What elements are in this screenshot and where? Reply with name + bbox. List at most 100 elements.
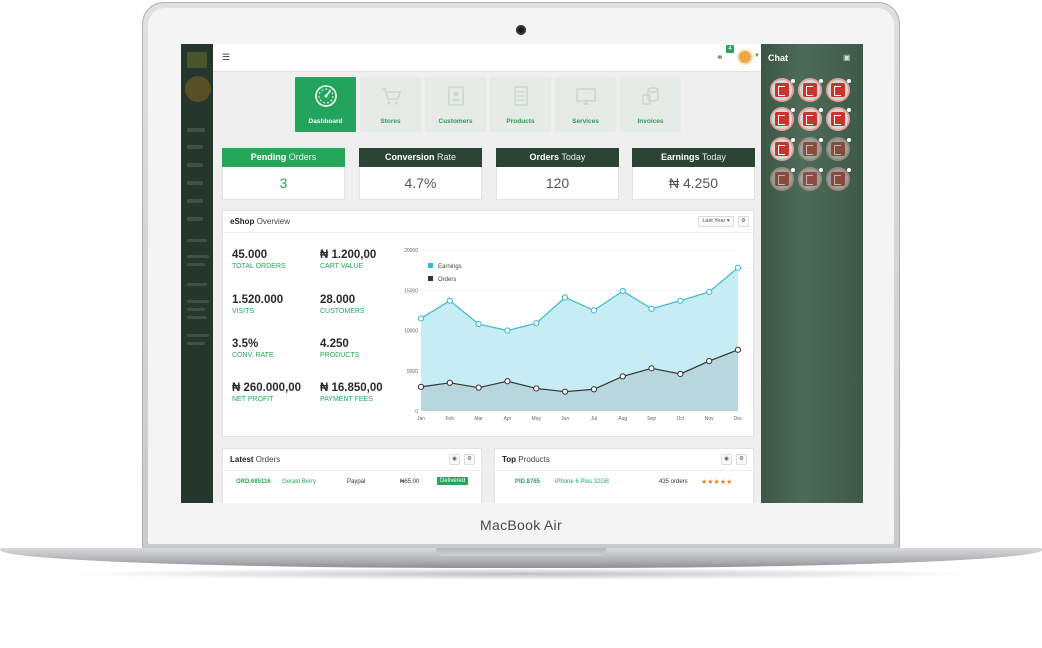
order-customer[interactable]: Gerald Berry: [282, 479, 316, 485]
gear-icon[interactable]: ⚙: [738, 216, 749, 227]
online-status-dot: [819, 108, 823, 112]
kpi-visits: 1.520.000 VISITS: [232, 294, 322, 315]
tile-invoices[interactable]: Invoices: [620, 77, 681, 132]
tile-products[interactable]: Products: [490, 77, 551, 132]
data-point: [504, 327, 511, 334]
kpi-label: PRODUCTS: [320, 352, 360, 359]
laptop-brand-label: MacBook Air: [480, 517, 562, 533]
data-point: [446, 297, 453, 304]
contact-logo-icon: [775, 112, 789, 126]
data-point: [446, 379, 453, 386]
menu-toggle-icon[interactable]: ☰: [222, 53, 230, 62]
eye-icon[interactable]: ◉: [721, 454, 732, 465]
stat-value: 3: [222, 167, 345, 200]
tile-dashboard[interactable]: Dashboard: [295, 77, 356, 132]
data-point: [561, 294, 569, 301]
x-tick-label: Oct: [676, 416, 684, 422]
stat-card-conversion-rate: Conversion Rate 4.7%: [359, 148, 482, 200]
latest-orders-panel: Latest Orders ◉ ⚙ ORD.685116 Gerald Berr…: [222, 448, 482, 503]
kpi-label: CART VALUE: [320, 263, 364, 270]
kpi-net-profit: ₦ 260.000,00 NET PROFIT: [232, 382, 322, 403]
sidebar-activity-line: [187, 316, 207, 319]
kpi-payment-fees: ₦ 16.850,00 PAYMENT FEES: [320, 382, 410, 403]
online-status-dot: [847, 168, 851, 172]
stat-card-earnings-today: Earnings Today ₦ 4.250: [632, 148, 755, 200]
online-status-dot: [791, 168, 795, 172]
panel-title-bold: Top: [502, 455, 517, 464]
contact-logo-icon: [803, 83, 817, 97]
stat-card-header: Conversion Rate: [359, 148, 482, 167]
chat-bubble-icon[interactable]: ▣: [843, 53, 851, 62]
stat-title-light: Rate: [437, 152, 457, 162]
data-point: [475, 384, 482, 391]
eye-icon[interactable]: ◉: [449, 454, 460, 465]
online-status-dot: [847, 138, 851, 142]
tile-customers[interactable]: Customers: [425, 77, 486, 132]
gear-icon[interactable]: ⚙: [736, 454, 747, 465]
tile-label: Stores: [380, 118, 401, 125]
y-tick-label: 0: [415, 409, 418, 415]
sidebar-item-customers[interactable]: [187, 163, 203, 167]
sidebar-activity-line: [187, 283, 207, 286]
stat-card-pending-orders: Pending Orders 3: [222, 148, 345, 200]
stat-title-bold: Orders: [529, 152, 560, 162]
stat-card-header: Pending Orders: [222, 148, 345, 167]
sidebar: [181, 44, 213, 503]
data-point: [590, 307, 598, 314]
sidebar-logo: [187, 52, 207, 68]
panel-title-light: Overview: [256, 217, 291, 226]
share-icon[interactable]: ⚭: [716, 52, 724, 63]
panel-header: Top Products ◉ ⚙: [495, 449, 753, 471]
data-point: [619, 287, 626, 295]
x-tick-label: Sep: [647, 416, 656, 422]
order-id[interactable]: ORD.685116: [236, 479, 271, 485]
gear-icon[interactable]: ⚙: [464, 454, 475, 465]
product-id[interactable]: PID.8765: [515, 479, 540, 485]
contact-logo-icon: [831, 112, 845, 126]
kpi-value: ₦ 1.200,00: [320, 249, 377, 261]
user-avatar[interactable]: [737, 49, 753, 65]
contact-logo-icon: [775, 142, 789, 156]
sidebar-item-dashboard[interactable]: [187, 128, 205, 132]
kpi-value: 1.520.000: [232, 294, 284, 306]
contact-logo-icon: [775, 172, 789, 186]
cart-icon: [381, 88, 401, 105]
sidebar-item-services[interactable]: [187, 199, 203, 203]
stat-title-light: Orders: [288, 152, 317, 162]
x-tick-label: Dec: [734, 416, 743, 422]
tile-stores[interactable]: Stores: [360, 77, 421, 132]
order-amount: ₦65,00: [400, 479, 420, 485]
contact-logo-icon: [803, 172, 817, 186]
data-point: [677, 370, 684, 378]
sidebar-avatar: [185, 76, 211, 102]
sidebar-activity-line: [187, 255, 209, 258]
kpi-value: ₦ 16.850,00: [320, 382, 383, 394]
period-select[interactable]: Last Year ▾: [698, 216, 734, 227]
product-name[interactable]: iPhone 6 Plus 32GB: [555, 479, 609, 485]
online-status-dot: [819, 79, 823, 83]
notification-badge[interactable]: 4: [726, 45, 734, 53]
data-point: [706, 357, 713, 365]
stat-value: 120: [496, 167, 619, 200]
chevron-down-icon[interactable]: ▼: [754, 53, 760, 59]
y-tick-label: 10000: [404, 329, 418, 335]
data-point: [677, 297, 684, 304]
rating-stars-icon: ★★★★★: [701, 479, 733, 486]
camera-icon: [516, 25, 526, 35]
monitor-icon: [575, 88, 596, 105]
sidebar-item-products[interactable]: [187, 181, 203, 185]
kpi-conversion-rate: 3.5% CONV. RATE: [232, 338, 322, 359]
data-point: [417, 383, 425, 390]
tile-services[interactable]: Services: [555, 77, 616, 132]
sidebar-item-eshop[interactable]: [187, 145, 203, 149]
sidebar-item-invoices[interactable]: [187, 217, 203, 221]
tile-label: Invoices: [637, 118, 664, 125]
kpi-value: 4.250: [320, 338, 349, 350]
stat-title-light: Today: [701, 152, 726, 162]
panel-header: Latest Orders ◉ ⚙: [223, 449, 481, 471]
contact-card-icon: [447, 86, 464, 106]
data-point: [619, 373, 626, 380]
eshop-overview-panel: eShop Overview Last Year ▾ ⚙ 45.000 TOTA…: [222, 210, 754, 437]
x-tick-label: Apr: [504, 416, 512, 422]
x-tick-label: Jan: [417, 416, 425, 422]
